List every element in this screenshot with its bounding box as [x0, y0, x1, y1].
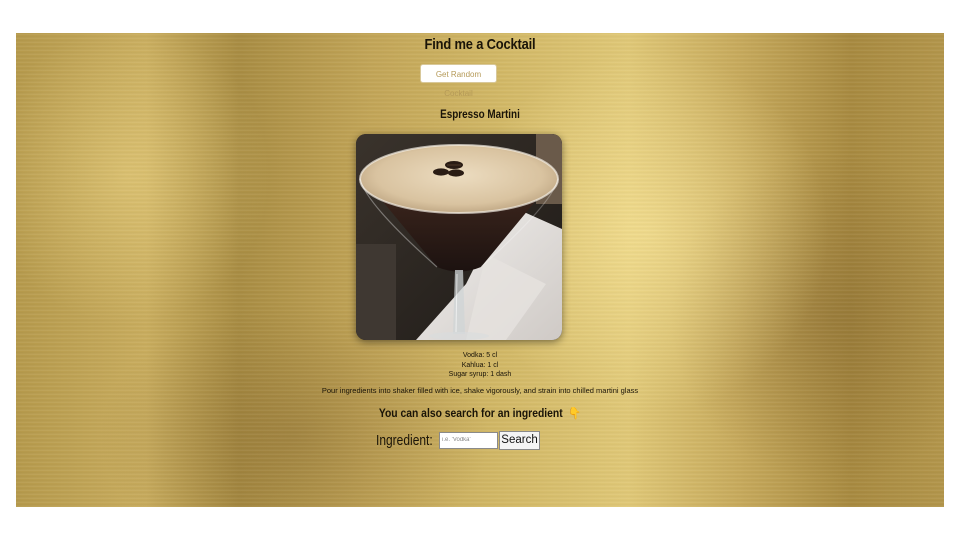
ingredient-search-form: Ingredient: Search: [376, 430, 540, 450]
cocktail-name: Espresso Martini: [440, 109, 520, 121]
ingredient-item: Vodka: 5 cl: [462, 352, 498, 359]
cocktail-instructions: Pour ingredients into shaker filled with…: [321, 386, 639, 395]
ingredient-item: Kahlua: 1 cl: [461, 361, 499, 369]
ingredient-search-input[interactable]: [439, 431, 498, 449]
cocktail-photo: [356, 134, 562, 340]
ingredient-list: Vodka: 5 cl Kahlua: 1 cl Sugar syrup: 1 …: [16, 351, 944, 380]
pointing-down-hand-icon: 👇: [568, 408, 582, 420]
search-heading: You can also search for an ingredient 👇: [62, 406, 897, 420]
get-random-cocktail-button[interactable]: Get Random Cocktail: [420, 64, 497, 98]
gold-background-panel: Find me a Cocktail Get Random Cocktail E…: [16, 33, 944, 507]
page-title: Find me a Cocktail: [424, 36, 536, 53]
ingredient-item: Sugar syrup: 1 dash: [448, 371, 512, 378]
search-heading-text: You can also search for an ingredient: [378, 408, 563, 420]
ingredient-label: Ingredient:: [376, 431, 433, 449]
search-button[interactable]: Search: [499, 430, 540, 450]
